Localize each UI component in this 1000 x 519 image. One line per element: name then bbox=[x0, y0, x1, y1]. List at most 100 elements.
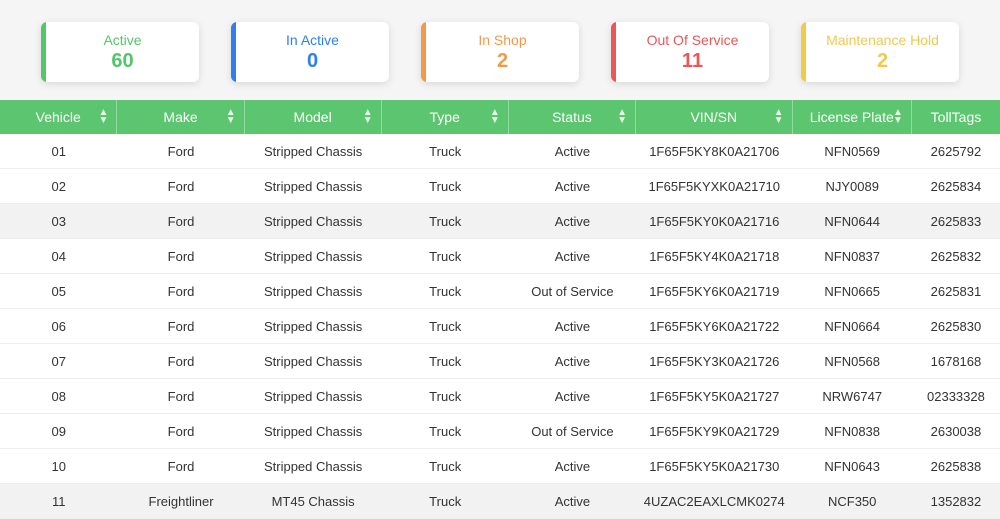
table-row[interactable]: 07FordStripped ChassisTruckActive1F65F5K… bbox=[0, 344, 1000, 379]
cell-vin: 1F65F5KY0K0A21716 bbox=[636, 214, 793, 229]
cell-toll: 2625833 bbox=[912, 214, 1000, 229]
table-row[interactable]: 03FordStripped ChassisTruckActive1F65F5K… bbox=[0, 204, 1000, 239]
cell-toll: 2625792 bbox=[912, 144, 1000, 159]
column-header-tolltags[interactable]: TollTags bbox=[912, 100, 1000, 134]
cell-type: Truck bbox=[382, 494, 509, 509]
cell-model: MT45 Chassis bbox=[245, 494, 382, 509]
cell-make: Freightliner bbox=[117, 494, 244, 509]
cell-status: Active bbox=[509, 459, 636, 474]
cell-status: Active bbox=[509, 214, 636, 229]
cell-toll: 2625834 bbox=[912, 179, 1000, 194]
cell-vin: 1F65F5KY6K0A21719 bbox=[636, 284, 793, 299]
cell-status: Active bbox=[509, 144, 636, 159]
table-row[interactable]: 05FordStripped ChassisTruckOut of Servic… bbox=[0, 274, 1000, 309]
table-row[interactable]: 10FordStripped ChassisTruckActive1F65F5K… bbox=[0, 449, 1000, 484]
cell-plate: NJY0089 bbox=[793, 179, 912, 194]
cell-make: Ford bbox=[117, 179, 244, 194]
cell-plate: NFN0838 bbox=[793, 424, 912, 439]
cell-make: Ford bbox=[117, 284, 244, 299]
sort-icon[interactable]: ▲▼ bbox=[617, 109, 627, 125]
column-label: Status bbox=[552, 109, 592, 125]
column-header-vehicle[interactable]: Vehicle ▲▼ bbox=[0, 100, 117, 134]
cell-model: Stripped Chassis bbox=[245, 459, 382, 474]
sort-icon[interactable]: ▲▼ bbox=[490, 109, 500, 125]
cell-type: Truck bbox=[382, 459, 509, 474]
cell-make: Ford bbox=[117, 459, 244, 474]
status-card-out-of-service[interactable]: Out Of Service 11 bbox=[611, 22, 769, 82]
card-body: Active60 bbox=[46, 22, 199, 82]
sort-icon[interactable]: ▲▼ bbox=[99, 109, 109, 125]
cell-status: Active bbox=[509, 319, 636, 334]
column-header-model[interactable]: Model ▲▼ bbox=[245, 100, 382, 134]
cell-toll: 1352832 bbox=[912, 494, 1000, 509]
vehicle-table: Vehicle▲▼Make▲▼Model▲▼Type▲▼Status▲▼VIN/… bbox=[0, 100, 1000, 519]
cell-vehicle: 10 bbox=[0, 459, 117, 474]
status-card-active[interactable]: Active60 bbox=[41, 22, 199, 82]
column-label: Type bbox=[430, 109, 460, 125]
cell-vehicle: 05 bbox=[0, 284, 117, 299]
cell-status: Out of Service bbox=[509, 284, 636, 299]
column-label: License Plate bbox=[810, 109, 894, 125]
column-header-type[interactable]: Type ▲▼ bbox=[382, 100, 509, 134]
cell-make: Ford bbox=[117, 319, 244, 334]
column-label: Model bbox=[294, 109, 332, 125]
sort-icon[interactable]: ▲▼ bbox=[363, 109, 373, 125]
cell-vehicle: 03 bbox=[0, 214, 117, 229]
card-label: In Shop bbox=[478, 32, 526, 48]
cell-plate: NFN0837 bbox=[793, 249, 912, 264]
cell-vehicle: 04 bbox=[0, 249, 117, 264]
sort-icon[interactable]: ▲▼ bbox=[774, 109, 784, 125]
card-body: Out Of Service 11 bbox=[616, 22, 769, 82]
card-label: Active bbox=[103, 32, 141, 48]
column-label: Vehicle bbox=[36, 109, 81, 125]
sort-icon[interactable]: ▲▼ bbox=[893, 109, 903, 125]
table-row[interactable]: 02FordStripped ChassisTruckActive1F65F5K… bbox=[0, 169, 1000, 204]
cell-vehicle: 11 bbox=[0, 494, 117, 509]
cell-vin: 1F65F5KY4K0A21718 bbox=[636, 249, 793, 264]
cell-status: Active bbox=[509, 179, 636, 194]
column-header-vin-sn[interactable]: VIN/SN▲▼ bbox=[636, 100, 793, 134]
card-label: Maintenance Hold bbox=[826, 32, 939, 48]
status-card-in-shop[interactable]: In Shop2 bbox=[421, 22, 579, 82]
cell-plate: NFN0664 bbox=[793, 319, 912, 334]
cell-toll: 2625838 bbox=[912, 459, 1000, 474]
table-row[interactable]: 04FordStripped ChassisTruckActive1F65F5K… bbox=[0, 239, 1000, 274]
cell-type: Truck bbox=[382, 214, 509, 229]
cell-vehicle: 07 bbox=[0, 354, 117, 369]
sort-icon[interactable]: ▲▼ bbox=[226, 109, 236, 125]
column-header-license-plate[interactable]: License Plate▲▼ bbox=[793, 100, 912, 134]
column-header-status[interactable]: Status ▲▼ bbox=[509, 100, 636, 134]
column-header-make[interactable]: Make▲▼ bbox=[117, 100, 244, 134]
cell-type: Truck bbox=[382, 424, 509, 439]
cell-status: Active bbox=[509, 494, 636, 509]
cell-model: Stripped Chassis bbox=[245, 249, 382, 264]
card-value: 11 bbox=[682, 50, 703, 73]
cell-status: Out of Service bbox=[509, 424, 636, 439]
cell-plate: NCF350 bbox=[793, 494, 912, 509]
card-label: Out Of Service bbox=[647, 32, 739, 48]
cell-plate: NFN0569 bbox=[793, 144, 912, 159]
status-cards: Active60 In Active0 In Shop2 Out Of Service… bbox=[0, 0, 1000, 100]
card-body: In Shop2 bbox=[426, 22, 579, 82]
card-label: In Active bbox=[286, 32, 339, 48]
status-card-maintenance-hold[interactable]: Maintenance Hold2 bbox=[801, 22, 959, 82]
cell-plate: NFN0665 bbox=[793, 284, 912, 299]
cell-vin: 1F65F5KY5K0A21730 bbox=[636, 459, 793, 474]
table-row[interactable]: 06FordStripped ChassisTruckActive1F65F5K… bbox=[0, 309, 1000, 344]
table-row[interactable]: 11FreightlinerMT45 ChassisTruckActive4UZ… bbox=[0, 484, 1000, 519]
table-header: Vehicle▲▼Make▲▼Model▲▼Type▲▼Status▲▼VIN/… bbox=[0, 100, 1000, 134]
table-row[interactable]: 08FordStripped ChassisTruckActive1F65F5K… bbox=[0, 379, 1000, 414]
cell-type: Truck bbox=[382, 284, 509, 299]
cell-type: Truck bbox=[382, 144, 509, 159]
cell-toll: 02333328 bbox=[912, 389, 1000, 404]
column-label: TollTags bbox=[931, 109, 982, 125]
cell-plate: NFN0568 bbox=[793, 354, 912, 369]
status-card-in-active[interactable]: In Active0 bbox=[231, 22, 389, 82]
cell-vin: 1F65F5KY9K0A21729 bbox=[636, 424, 793, 439]
table-row[interactable]: 09FordStripped ChassisTruckOut of Servic… bbox=[0, 414, 1000, 449]
cell-model: Stripped Chassis bbox=[245, 354, 382, 369]
cell-type: Truck bbox=[382, 389, 509, 404]
table-body: 01FordStripped ChassisTruckActive1F65F5K… bbox=[0, 134, 1000, 519]
cell-make: Ford bbox=[117, 214, 244, 229]
table-row[interactable]: 01FordStripped ChassisTruckActive1F65F5K… bbox=[0, 134, 1000, 169]
